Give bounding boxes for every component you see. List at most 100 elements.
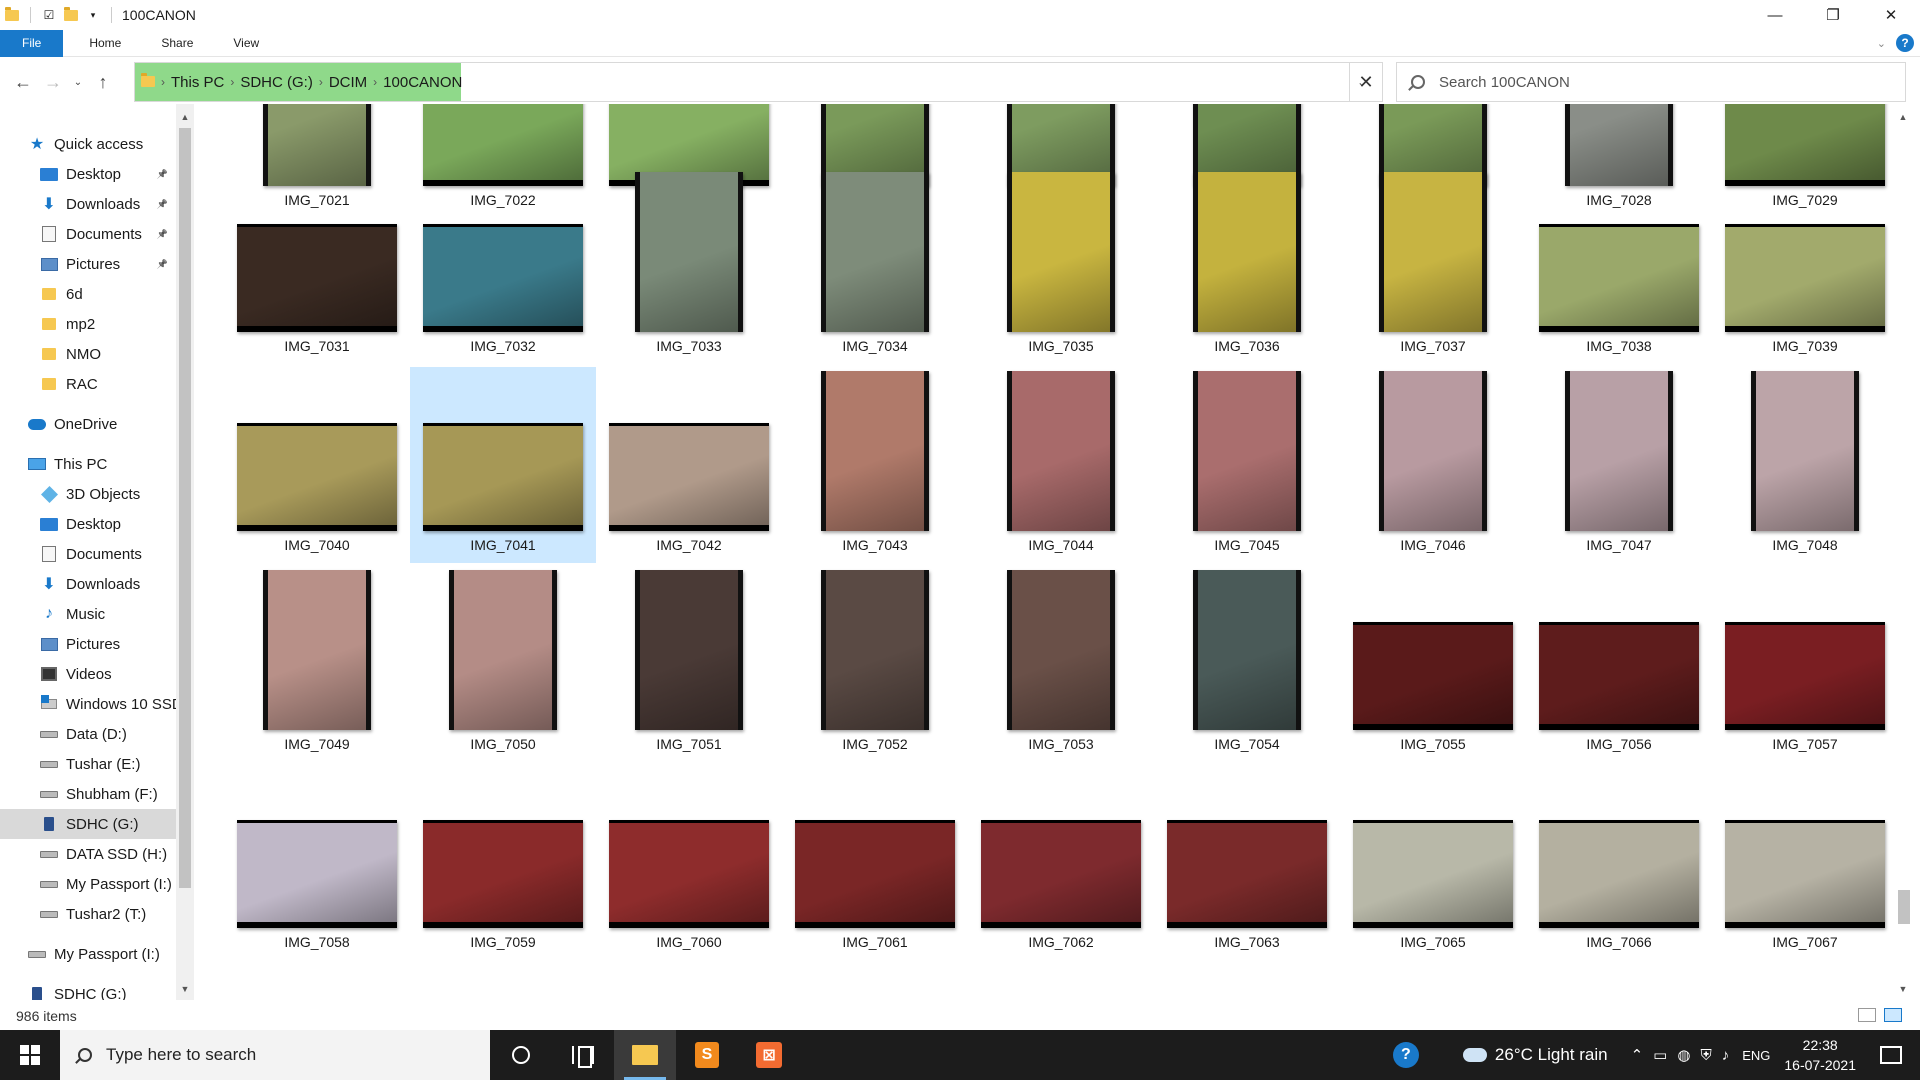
- file-item[interactable]: IMG_7032: [410, 168, 596, 364]
- file-item[interactable]: IMG_7031: [224, 168, 410, 364]
- file-item[interactable]: IMG_7046: [1340, 367, 1526, 563]
- file-item[interactable]: IMG_7035: [968, 168, 1154, 364]
- file-item[interactable]: IMG_7066: [1526, 764, 1712, 960]
- file-item[interactable]: IMG_7057: [1712, 566, 1894, 762]
- address-bar[interactable]: › This PC › SDHC (G:) › DCIM › 100CANON …: [134, 62, 1383, 102]
- file-item[interactable]: IMG_7067: [1712, 764, 1894, 960]
- sidebar-item[interactable]: My Passport (I:): [0, 939, 176, 969]
- sidebar-item[interactable]: Tushar2 (T:): [0, 899, 176, 929]
- file-item[interactable]: IMG_7052: [782, 566, 968, 762]
- sidebar-item[interactable]: RAC: [0, 369, 176, 399]
- file-item[interactable]: IMG_7043: [782, 367, 968, 563]
- file-item[interactable]: IMG_7034: [782, 168, 968, 364]
- file-item[interactable]: IMG_7040: [224, 367, 410, 563]
- start-button[interactable]: [0, 1030, 60, 1080]
- file-item[interactable]: IMG_7058: [224, 764, 410, 960]
- file-item[interactable]: IMG_7036: [1154, 168, 1340, 364]
- sublime-text-taskbar-button[interactable]: S: [676, 1030, 738, 1080]
- notifications-icon[interactable]: [1880, 1046, 1902, 1064]
- search-box[interactable]: [1396, 62, 1906, 102]
- sidebar-item[interactable]: Windows 10 SSD: [0, 689, 183, 719]
- scroll-down-icon[interactable]: ▼: [176, 980, 194, 998]
- file-item[interactable]: IMG_7051: [596, 566, 782, 762]
- breadcrumb-dcim[interactable]: DCIM: [329, 74, 367, 91]
- file-grid-scrollbar[interactable]: ▲ ▼: [1894, 104, 1914, 1000]
- file-item[interactable]: IMG_7063: [1154, 764, 1340, 960]
- chevron-right-icon[interactable]: ›: [230, 75, 234, 89]
- clear-address-button[interactable]: ✕: [1349, 62, 1383, 102]
- file-item[interactable]: IMG_7049: [224, 566, 410, 762]
- sidebar-item[interactable]: This PC: [0, 449, 176, 479]
- sidebar-item[interactable]: My Passport (I:): [0, 869, 176, 899]
- battery-icon[interactable]: ▭: [1653, 1046, 1667, 1064]
- chevron-up-icon[interactable]: ⌃: [1631, 1046, 1644, 1064]
- new-folder-icon[interactable]: [63, 6, 79, 23]
- file-item[interactable]: IMG_7033: [596, 168, 782, 364]
- taskbar-search[interactable]: Type here to search: [60, 1030, 490, 1080]
- sidebar-item[interactable]: DATA SSD (H:): [0, 839, 176, 869]
- sidebar-item[interactable]: Desktop 📌: [0, 159, 176, 189]
- sidebar-item[interactable]: ♪ Music: [0, 599, 176, 629]
- forward-button[interactable]: →: [38, 67, 68, 97]
- chevron-right-icon[interactable]: ›: [373, 75, 377, 89]
- back-button[interactable]: ←: [8, 67, 38, 97]
- sidebar-item[interactable]: Shubham (F:): [0, 779, 176, 809]
- scrollbar-thumb[interactable]: [1898, 890, 1910, 924]
- breadcrumb-this-pc[interactable]: This PC: [171, 74, 224, 91]
- sidebar-item[interactable]: Documents: [0, 539, 176, 569]
- cortana-button[interactable]: [490, 1030, 552, 1080]
- help-icon[interactable]: ?: [1896, 34, 1914, 52]
- tab-file[interactable]: File: [0, 29, 64, 57]
- scroll-up-icon[interactable]: ▲: [176, 108, 194, 126]
- file-explorer-taskbar-button[interactable]: [614, 1030, 676, 1080]
- file-item[interactable]: IMG_7062: [968, 764, 1154, 960]
- breadcrumb-100canon[interactable]: 100CANON: [383, 74, 462, 91]
- sidebar-item[interactable]: NMO: [0, 339, 176, 369]
- pin-icon[interactable]: 📌: [157, 259, 168, 270]
- up-button[interactable]: ↑: [88, 67, 118, 97]
- file-item[interactable]: IMG_7042: [596, 367, 782, 563]
- properties-icon[interactable]: ☑: [41, 7, 57, 23]
- volume-icon[interactable]: ♪: [1722, 1047, 1730, 1064]
- file-item[interactable]: IMG_7044: [968, 367, 1154, 563]
- breadcrumb-sdhc[interactable]: SDHC (G:): [240, 74, 313, 91]
- sidebar-item[interactable]: 6d: [0, 279, 176, 309]
- sidebar-item[interactable]: Documents 📌: [0, 219, 176, 249]
- task-view-button[interactable]: [552, 1030, 614, 1080]
- network-icon[interactable]: ◍: [1677, 1046, 1690, 1064]
- file-item[interactable]: IMG_7065: [1340, 764, 1526, 960]
- large-icons-view-icon[interactable]: [1884, 1008, 1902, 1022]
- customize-toolbar-icon[interactable]: ▾: [85, 7, 101, 23]
- file-item[interactable]: IMG_7056: [1526, 566, 1712, 762]
- pin-icon[interactable]: 📌: [157, 229, 168, 240]
- sidebar-item[interactable]: Pictures 📌: [0, 249, 176, 279]
- file-item[interactable]: IMG_7037: [1340, 168, 1526, 364]
- file-item[interactable]: IMG_7050: [410, 566, 596, 762]
- sidebar-item[interactable]: Tushar (E:): [0, 749, 176, 779]
- file-item[interactable]: IMG_7038: [1526, 168, 1712, 364]
- weather-widget[interactable]: 26°C Light rain: [1462, 1045, 1608, 1065]
- file-item[interactable]: IMG_7039: [1712, 168, 1894, 364]
- sidebar-item[interactable]: Videos: [0, 659, 176, 689]
- security-icon[interactable]: ⛨: [1700, 1047, 1711, 1064]
- sidebar-item[interactable]: OneDrive: [0, 409, 176, 439]
- sidebar-item[interactable]: Desktop: [0, 509, 176, 539]
- close-button[interactable]: ✕: [1862, 0, 1920, 30]
- clock[interactable]: 22:38 16-07-2021: [1784, 1035, 1856, 1075]
- pin-icon[interactable]: 📌: [157, 169, 168, 180]
- scrollbar-thumb[interactable]: [179, 128, 191, 888]
- maximize-button[interactable]: ❐: [1804, 0, 1862, 30]
- sidebar-item[interactable]: SDHC (G:): [0, 809, 176, 839]
- sidebar-item[interactable]: SDHC (G:): [0, 979, 176, 1000]
- file-item[interactable]: IMG_7053: [968, 566, 1154, 762]
- file-item[interactable]: IMG_7060: [596, 764, 782, 960]
- sidebar-item[interactable]: Data (D:): [0, 719, 176, 749]
- tab-home[interactable]: Home: [69, 30, 141, 57]
- expand-ribbon-icon[interactable]: ⌄: [1877, 37, 1886, 50]
- details-view-icon[interactable]: [1858, 1008, 1876, 1022]
- file-item[interactable]: IMG_7061: [782, 764, 968, 960]
- sidebar-item[interactable]: ★ Quick access: [0, 129, 176, 159]
- file-item[interactable]: IMG_7048: [1712, 367, 1894, 563]
- search-input[interactable]: [1439, 73, 1879, 91]
- navigation-pane-scrollbar[interactable]: ▲ ▼: [176, 104, 194, 1000]
